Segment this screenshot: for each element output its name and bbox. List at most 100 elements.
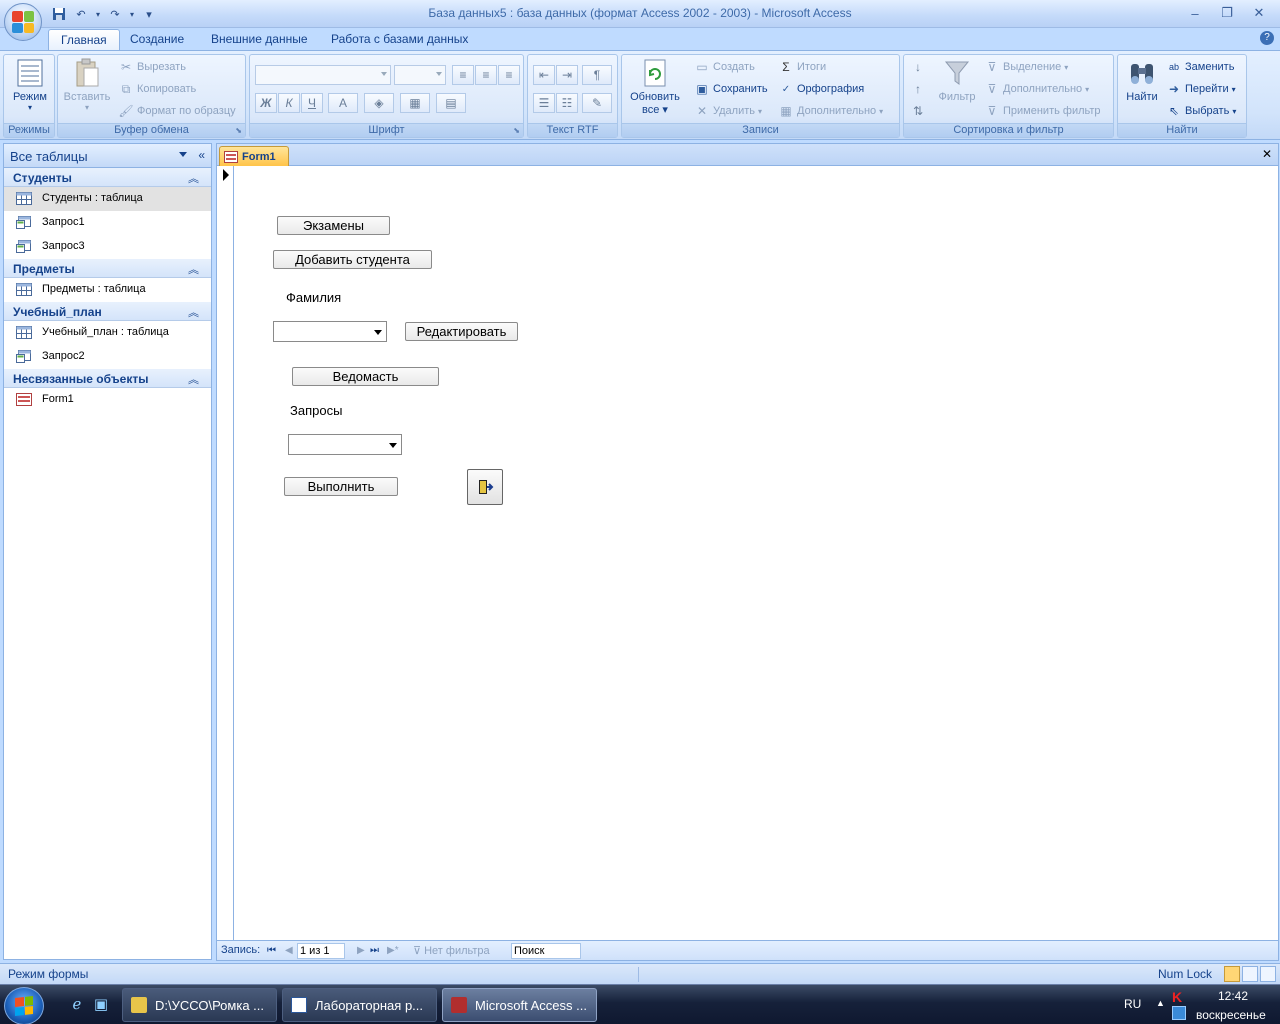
layout-view-icon[interactable] bbox=[1242, 966, 1258, 982]
show-desktop-icon[interactable]: ▣ bbox=[92, 995, 110, 1013]
fill-color-icon[interactable]: ◈ bbox=[364, 93, 394, 113]
nav-item[interactable]: Form1 bbox=[4, 388, 211, 412]
nav-group-header[interactable]: Несвязанные объекты ︽ bbox=[4, 369, 211, 388]
queries-combo[interactable] bbox=[288, 434, 402, 455]
new-record-nav-icon[interactable]: ▶* bbox=[387, 945, 399, 956]
alternate-fill-icon[interactable]: ▤ bbox=[436, 93, 466, 113]
align-left-icon[interactable]: ≡ bbox=[452, 65, 474, 85]
collapse-pane-icon[interactable]: « bbox=[198, 148, 205, 162]
goto-button[interactable]: ➜ Перейти ▾ bbox=[1166, 79, 1236, 99]
numbering-icon[interactable]: ☰ bbox=[533, 93, 555, 113]
sort-ascending-icon[interactable]: ↓ bbox=[907, 57, 929, 77]
view-mode-button[interactable]: Режим ▾ bbox=[8, 57, 52, 112]
task-word[interactable]: Лабораторная р... bbox=[282, 988, 437, 1022]
paragraph-direction-icon[interactable]: ¶ bbox=[582, 65, 612, 85]
save-record-button[interactable]: ▣ Сохранить bbox=[694, 79, 767, 99]
decrease-indent-icon[interactable]: ⇤ bbox=[533, 65, 555, 85]
bullets-icon[interactable]: ☷ bbox=[556, 93, 578, 113]
nav-item[interactable]: Запрос3 bbox=[4, 235, 211, 259]
tab-database-tools[interactable]: Работа с базами данных bbox=[319, 29, 480, 50]
nav-item[interactable]: Запрос2 bbox=[4, 345, 211, 369]
tab-external-data[interactable]: Внешние данные bbox=[199, 29, 320, 50]
task-access[interactable]: Microsoft Access ... bbox=[442, 988, 597, 1022]
close-document-icon[interactable]: ✕ bbox=[1262, 147, 1272, 161]
form-view-icon[interactable] bbox=[1224, 966, 1240, 982]
tab-create[interactable]: Создание bbox=[118, 29, 196, 50]
run-button[interactable]: Выполнить bbox=[284, 477, 398, 496]
align-right-icon[interactable]: ≡ bbox=[498, 65, 520, 85]
nav-group-header[interactable]: Студенты ︽ bbox=[4, 168, 211, 187]
underline-button[interactable]: Ч bbox=[301, 93, 323, 113]
edit-button[interactable]: Редактировать bbox=[405, 322, 518, 341]
last-record-icon[interactable]: ⏭ bbox=[370, 945, 379, 956]
new-record-button[interactable]: ▭ Создать bbox=[694, 57, 754, 77]
minimize-button[interactable]: – bbox=[1180, 3, 1210, 23]
nav-item[interactable]: Запрос1 bbox=[4, 211, 211, 235]
nav-group-header[interactable]: Учебный_план ︽ bbox=[4, 302, 211, 321]
totals-button[interactable]: Σ Итоги bbox=[778, 57, 826, 77]
select-button[interactable]: ⇖ Выбрать ▾ bbox=[1166, 101, 1236, 121]
previous-record-icon[interactable]: ◀ bbox=[285, 945, 293, 956]
replace-button[interactable]: ab Заменить bbox=[1166, 57, 1234, 77]
collapse-group-icon[interactable]: ︽ bbox=[188, 304, 199, 320]
italic-button[interactable]: К bbox=[278, 93, 300, 113]
delete-record-button[interactable]: ✕ Удалить ▾ bbox=[694, 101, 762, 121]
exit-button[interactable] bbox=[467, 469, 503, 505]
restore-button[interactable]: ❐ bbox=[1212, 3, 1242, 23]
filter-button[interactable]: Фильтр bbox=[934, 57, 980, 103]
paste-button[interactable]: Вставить ▾ bbox=[60, 57, 114, 112]
format-painter-button[interactable]: 🖌 Формат по образцу bbox=[118, 101, 235, 121]
nav-group-header[interactable]: Предметы ︽ bbox=[4, 259, 211, 278]
task-explorer[interactable]: D:\УССО\Ромка ... bbox=[122, 988, 277, 1022]
clear-sort-icon[interactable]: ⇅ bbox=[907, 101, 929, 121]
help-icon[interactable]: ? bbox=[1260, 31, 1274, 45]
font-color-button[interactable]: A bbox=[328, 93, 358, 113]
collapse-group-icon[interactable]: ︽ bbox=[188, 371, 199, 387]
statement-button[interactable]: Ведомасть bbox=[292, 367, 439, 386]
more-records-button[interactable]: ▦ Дополнительно ▾ bbox=[778, 101, 883, 121]
internet-explorer-icon[interactable]: ℯ bbox=[68, 995, 86, 1013]
exams-button[interactable]: Экзамены bbox=[277, 216, 390, 235]
next-record-icon[interactable]: ▶ bbox=[357, 945, 365, 956]
queries-dropdown-icon[interactable] bbox=[389, 443, 397, 448]
design-view-icon[interactable] bbox=[1260, 966, 1276, 982]
collapse-group-icon[interactable]: ︽ bbox=[188, 170, 199, 186]
font-name-combo[interactable] bbox=[255, 65, 391, 85]
refresh-all-button[interactable]: Обновить все ▾ bbox=[626, 57, 684, 116]
font-dialog-launcher-icon[interactable]: ⬊ bbox=[513, 126, 520, 135]
bold-button[interactable]: Ж bbox=[255, 93, 277, 113]
sort-descending-icon[interactable]: ↑ bbox=[907, 79, 929, 99]
filter-status[interactable]: ⊽ Нет фильтра bbox=[413, 944, 490, 957]
language-indicator[interactable]: RU bbox=[1124, 997, 1141, 1011]
font-size-combo[interactable] bbox=[394, 65, 446, 85]
spelling-button[interactable]: ✓ Орфография bbox=[778, 79, 864, 99]
tab-form1[interactable]: Form1 bbox=[219, 146, 289, 166]
start-button[interactable] bbox=[4, 987, 44, 1024]
first-record-icon[interactable]: ⏮ bbox=[267, 945, 276, 956]
dialog-launcher-icon[interactable]: ⬊ bbox=[235, 126, 242, 135]
nav-item[interactable]: Студенты : таблица bbox=[4, 187, 211, 211]
kaspersky-icon[interactable]: K bbox=[1172, 989, 1188, 1005]
nav-header[interactable]: Все таблицы « bbox=[4, 144, 211, 168]
increase-indent-icon[interactable]: ⇥ bbox=[556, 65, 578, 85]
tab-home[interactable]: Главная bbox=[48, 29, 120, 50]
nav-item[interactable]: Предметы : таблица bbox=[4, 278, 211, 302]
clock-time[interactable]: 12:42 bbox=[1218, 989, 1248, 1003]
collapse-group-icon[interactable]: ︽ bbox=[188, 261, 199, 277]
align-center-icon[interactable]: ≡ bbox=[475, 65, 497, 85]
toggle-filter-button[interactable]: ⊽ Применить фильтр bbox=[984, 101, 1101, 121]
nav-item[interactable]: Учебный_план : таблица bbox=[4, 321, 211, 345]
copy-button[interactable]: ⧉ Копировать bbox=[118, 79, 197, 99]
surname-dropdown-icon[interactable] bbox=[374, 330, 382, 335]
advanced-filter-button[interactable]: ⊽ Дополнительно ▾ bbox=[984, 79, 1090, 99]
surname-combo[interactable] bbox=[273, 321, 387, 342]
cut-button[interactable]: ✂ Вырезать bbox=[118, 57, 186, 77]
show-hidden-icons-icon[interactable]: ▲ bbox=[1156, 998, 1165, 1008]
search-input[interactable]: Поиск bbox=[511, 943, 581, 959]
record-position-input[interactable]: 1 из 1 bbox=[297, 943, 345, 959]
record-selector[interactable] bbox=[217, 166, 234, 942]
gridlines-icon[interactable]: ▦ bbox=[400, 93, 430, 113]
add-student-button[interactable]: Добавить студента bbox=[273, 250, 432, 269]
highlight-icon[interactable]: ✎ bbox=[582, 93, 612, 113]
office-button[interactable] bbox=[4, 3, 42, 41]
